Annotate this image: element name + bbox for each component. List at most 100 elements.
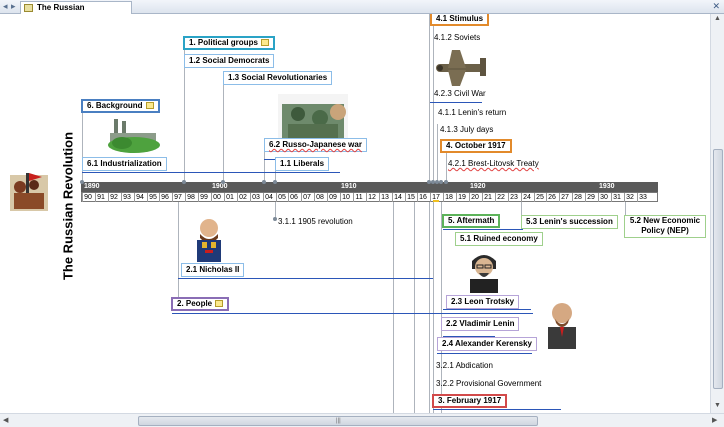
year-label: 91 (97, 194, 105, 201)
note-icon[interactable] (260, 39, 269, 47)
year-label: 26 (548, 194, 556, 201)
year-label: 09 (329, 194, 337, 201)
note-icon[interactable] (215, 300, 224, 308)
topic-provisional-government[interactable]: 3.2.2 Provisional Government (436, 379, 541, 388)
scroll-up-icon[interactable]: ▲ (714, 15, 721, 22)
duration-line (443, 229, 523, 230)
year-label: 24 (523, 194, 531, 201)
year-label: 01 (226, 194, 234, 201)
topic-lenins-return[interactable]: 4.1.1 Lenin's return (438, 108, 506, 117)
topic-leon-trotsky[interactable]: 2.3 Leon Trotsky (446, 295, 520, 309)
year-label: 30 (600, 194, 608, 201)
close-tab-icon[interactable]: ✕ (712, 1, 720, 12)
year-label: 23 (510, 194, 518, 201)
year-label: 13 (381, 194, 389, 201)
connector-line (429, 14, 430, 413)
connector-line (414, 189, 415, 413)
scroll-grip-icon: ||| (336, 418, 341, 424)
topic-anchor-dot[interactable] (273, 180, 277, 184)
duration-line (172, 313, 533, 314)
year-label: 22 (497, 194, 505, 201)
topic-background[interactable]: 6. Background (81, 99, 160, 113)
year-label: 14 (394, 194, 402, 201)
topic-vladimir-lenin[interactable]: 2.2 Vladimir Lenin (441, 317, 520, 331)
topic-anchor-dot[interactable] (444, 180, 448, 184)
year-label: 05 (278, 194, 286, 201)
topic-anchor-dot[interactable] (439, 180, 443, 184)
topic-anchor-dot[interactable] (182, 180, 186, 184)
duration-line (433, 409, 561, 410)
topic-civil-war[interactable]: 4.2.3 Civil War (434, 89, 486, 98)
year-label: 03 (252, 194, 260, 201)
topic-abdication[interactable]: 3.2.1 Abdication (436, 361, 493, 370)
timeline-canvas[interactable]: The Russian Revolution 1890 1900 1910 19… (0, 14, 710, 413)
topic-soviets[interactable]: 4.1.2 Soviets (434, 33, 480, 42)
note-icon[interactable] (145, 102, 154, 110)
topic-ruined-economy[interactable]: 5.1 Ruined economy (455, 232, 543, 246)
year-label: 18 (445, 194, 453, 201)
horizontal-scrollbar[interactable]: ◀ ||| ▶ (0, 413, 724, 427)
soldiers-image[interactable] (278, 94, 348, 144)
duration-line (443, 309, 531, 310)
decade-label: 1930 (599, 183, 615, 190)
year-label: 21 (484, 194, 492, 201)
scroll-down-icon[interactable]: ▼ (714, 402, 721, 409)
topic-aftermath[interactable]: 5. Aftermath (442, 214, 501, 228)
trotsky-portrait[interactable] (466, 251, 502, 293)
topic-social-democrats[interactable]: 1.2 Social Democrats (184, 54, 275, 68)
year-label: 20 (471, 194, 479, 201)
topic-february-1917[interactable]: 3. February 1917 (432, 394, 508, 408)
decade-label: 1890 (84, 183, 100, 190)
year-label: 94 (136, 194, 144, 201)
document-icon (24, 4, 33, 12)
topic-new-economic-policy[interactable]: 5.2 New Economic Policy (NEP) (624, 215, 706, 238)
tsar-portrait[interactable] (189, 214, 229, 262)
vertical-scroll-thumb[interactable] (713, 149, 723, 389)
topic-political-groups[interactable]: 1. Political groups (183, 36, 275, 50)
year-label: 93 (123, 194, 131, 201)
lenin-portrait[interactable] (542, 297, 582, 349)
tab-scroll-left-icon[interactable]: ◂ (3, 1, 8, 12)
topic-lenins-succession[interactable]: 5.3 Lenin's succession (521, 215, 618, 229)
year-label: 19 (458, 194, 466, 201)
topic-1905-revolution[interactable]: 3.1.1 1905 revolution (278, 217, 353, 226)
revolution-crowd-image[interactable] (6, 169, 52, 215)
topic-social-revolutionaries[interactable]: 1.3 Social Revolutionaries (223, 71, 333, 85)
document-tab[interactable]: The Russian Revolution.mvdx (20, 1, 132, 23)
topic-october-1917[interactable]: 4. October 1917 (440, 139, 512, 153)
topic-anchor-dot[interactable] (273, 217, 277, 221)
year-label: 27 (561, 194, 569, 201)
topic-anchor-dot[interactable] (262, 180, 266, 184)
decade-label: 1920 (470, 183, 486, 190)
topic-nicholas-ii[interactable]: 2.1 Nicholas II (181, 263, 245, 277)
topic-brest-litovsk[interactable]: 4.2.1 Brest-Litovsk Treaty (448, 159, 539, 168)
duration-line (430, 102, 482, 103)
topic-russo-japanese-war[interactable]: 6.2 Russo-Japanese war (264, 138, 367, 152)
decade-label: 1910 (341, 183, 357, 190)
app-window: ◂ ▸ The Russian Revolution.mvdx ✕ (0, 0, 724, 427)
airplane-image[interactable] (432, 48, 488, 88)
duration-line (82, 172, 340, 173)
topic-industrialization[interactable]: 6.1 Industrialization (82, 157, 167, 171)
year-label: 98 (187, 194, 195, 201)
year-label: 95 (149, 194, 157, 201)
decade-label: 1900 (212, 183, 228, 190)
topic-stimulus[interactable]: 4.1 Stimulus (430, 14, 490, 26)
connector-line (223, 74, 224, 184)
year-label: 15 (407, 194, 415, 201)
scroll-left-icon[interactable]: ◀ (3, 416, 8, 424)
year-label: 25 (536, 194, 544, 201)
document-tab-bar: ◂ ▸ The Russian Revolution.mvdx ✕ (0, 0, 724, 23)
topic-anchor-dot[interactable] (221, 180, 225, 184)
topic-july-days[interactable]: 4.1.3 July days (440, 125, 493, 134)
scroll-right-icon[interactable]: ▶ (712, 416, 717, 424)
topic-anchor-dot[interactable] (80, 180, 84, 184)
year-label: 11 (355, 194, 363, 201)
topic-liberals[interactable]: 1.1 Liberals (275, 157, 330, 171)
current-marker (433, 200, 439, 202)
topic-people[interactable]: 2. People (171, 297, 230, 311)
factory-image[interactable] (108, 117, 160, 153)
vertical-scrollbar[interactable]: ▲ ▼ (710, 14, 724, 413)
topic-alexander-kerensky[interactable]: 2.4 Alexander Kerensky (437, 337, 537, 351)
tab-scroll-right-icon[interactable]: ▸ (11, 1, 16, 12)
